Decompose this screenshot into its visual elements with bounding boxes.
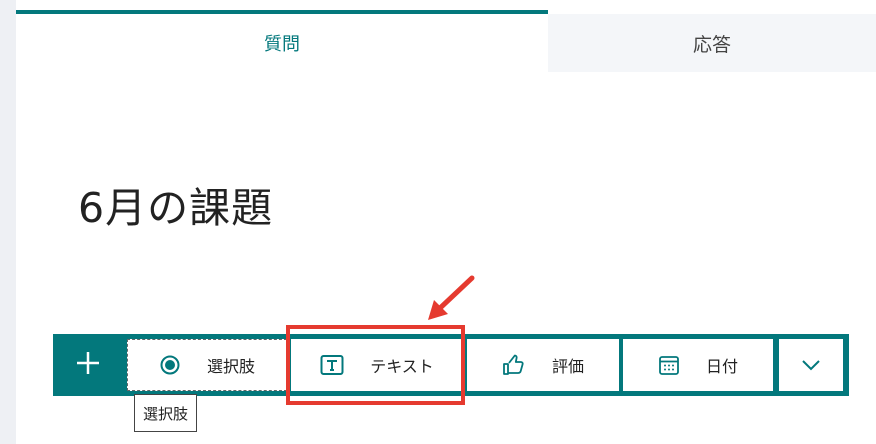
rating-button-label: 評価: [551, 357, 584, 376]
text-button-label: テキスト: [370, 357, 434, 376]
add-new-button[interactable]: [53, 334, 123, 396]
add-question-toolbar: 選択肢 テキスト 評価 日付: [53, 334, 849, 396]
tab-questions[interactable]: 質問: [16, 10, 548, 72]
pointer-arrow-icon: [428, 275, 475, 320]
tab-responses[interactable]: 応答: [548, 14, 876, 72]
calendar-icon: [658, 354, 680, 376]
more-types-button[interactable]: [779, 339, 843, 391]
rating-button[interactable]: 評価: [467, 339, 619, 391]
choice-button[interactable]: 選択肢: [127, 339, 287, 391]
form-title[interactable]: 6月の課題: [78, 174, 273, 234]
text-icon: [320, 354, 344, 376]
tab-responses-label: 応答: [692, 33, 731, 56]
date-button-label: 日付: [705, 357, 738, 376]
radio-icon: [159, 354, 181, 376]
chevron-down-icon: [801, 359, 821, 371]
plus-icon: [75, 350, 101, 380]
tab-questions-label: 質問: [264, 34, 300, 55]
choice-button-label: 選択肢: [206, 357, 255, 376]
date-button[interactable]: 日付: [623, 339, 773, 391]
thumbs-up-icon: [502, 353, 526, 377]
text-button[interactable]: テキスト: [291, 339, 463, 391]
choice-tooltip: 選択肢: [134, 394, 197, 432]
